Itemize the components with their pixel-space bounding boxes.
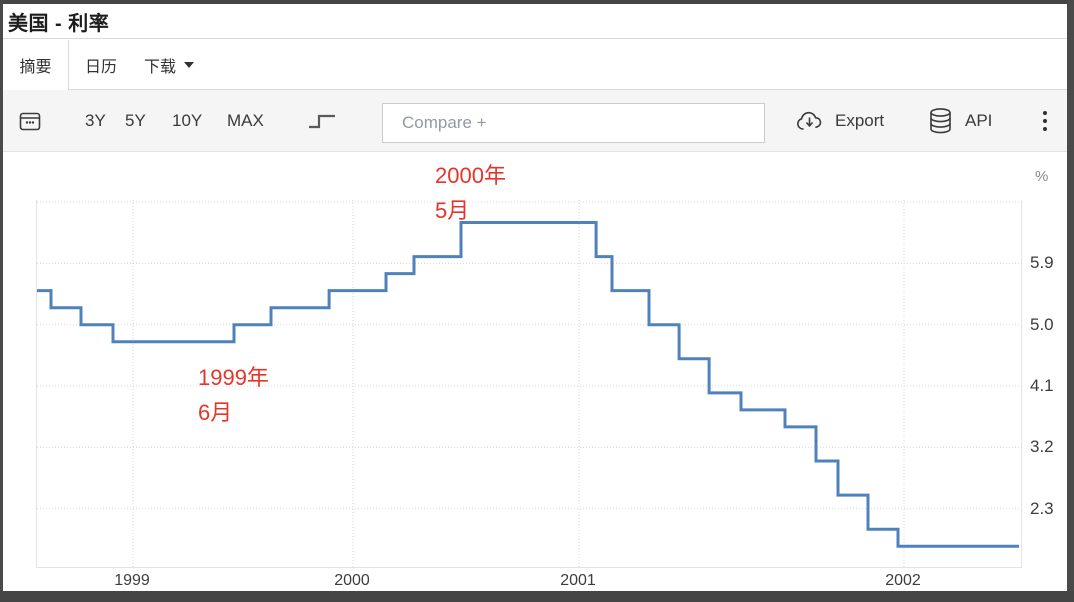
tab-download-label: 下载 <box>143 59 176 76</box>
plot-area[interactable] <box>36 200 1023 568</box>
export-button[interactable]: Export <box>795 110 884 132</box>
cloud-download-icon <box>797 111 822 130</box>
y-tick-label: 5.9 <box>1030 253 1054 273</box>
y-tick-label: 3.2 <box>1030 437 1054 457</box>
chevron-down-icon <box>184 62 194 68</box>
tab-calendar-label: 日历 <box>84 59 117 76</box>
window-frame-top <box>0 0 1074 4</box>
date-range-calendar-button[interactable] <box>18 109 42 133</box>
api-button[interactable]: API <box>928 107 992 135</box>
toolbar: 3Y 5Y 10Y MAX Export <box>3 90 1067 152</box>
tab-calendar[interactable]: 日历 <box>70 40 132 90</box>
vertical-dots-menu-icon <box>1039 107 1051 135</box>
calendar-icon <box>19 112 41 130</box>
window-scrollbar[interactable] <box>1067 0 1074 602</box>
range-max-button[interactable]: MAX <box>227 111 264 131</box>
compare-field-wrap <box>382 103 765 143</box>
x-tick-label: 1999 <box>114 572 150 589</box>
chart-annotation: 1999年 6月 <box>197 365 269 425</box>
export-label: Export <box>835 110 885 130</box>
range-5y-button[interactable]: 5Y <box>125 111 146 131</box>
x-tick-label: 2001 <box>560 572 596 589</box>
chart-annotation: 2000年 5月 <box>435 163 506 223</box>
y-axis-unit-label: % <box>1035 168 1049 185</box>
y-tick-label: 5.0 <box>1030 314 1054 334</box>
step-line-chart-icon <box>309 114 335 128</box>
chart-area: % 5.9 5.0 4.1 3.2 2.3 1999 2000 2001 2002 2000年 5月… <box>3 152 1067 591</box>
api-label: API <box>965 110 993 130</box>
database-icon <box>930 107 951 133</box>
page-title: 美国 - 利率 <box>8 12 110 35</box>
plot-svg <box>37 200 1023 568</box>
tab-bar: 摘要 日历 下载 <box>3 40 1067 90</box>
window-frame-bottom <box>0 591 1074 602</box>
y-tick-label: 2.3 <box>1030 498 1054 518</box>
app-window: 美国 - 利率 摘要 日历 下载 3Y 5Y 10Y MAX Compare +… <box>0 0 1074 602</box>
x-tick-label: 2002 <box>885 572 921 589</box>
tab-summary-label: 摘要 <box>19 59 52 76</box>
x-tick-label: 2000 <box>334 572 370 589</box>
more-options-button[interactable] <box>1039 107 1051 135</box>
compare-input[interactable] <box>382 103 765 143</box>
range-3y-button[interactable]: 3Y <box>85 111 106 131</box>
window-frame-left <box>0 0 3 602</box>
range-10y-button[interactable]: 10Y <box>172 111 202 131</box>
chart-type-button[interactable] <box>306 110 338 132</box>
y-tick-label: 4.1 <box>1030 376 1054 396</box>
series-line[interactable] <box>37 221 1019 548</box>
tab-summary[interactable]: 摘要 <box>3 40 69 90</box>
tab-download[interactable]: 下载 <box>132 40 206 90</box>
header: 美国 - 利率 <box>3 4 1067 39</box>
